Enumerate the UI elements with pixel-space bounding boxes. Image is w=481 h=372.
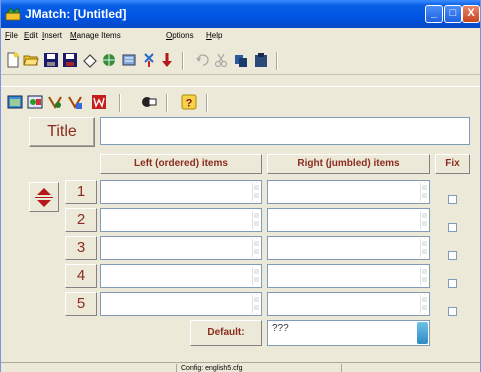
field-scroll-icon[interactable]	[420, 211, 428, 229]
fix-checkbox[interactable]	[448, 251, 457, 260]
copy-icon[interactable]	[233, 52, 249, 68]
export-drag-drop-icon[interactable]	[27, 94, 43, 110]
row-number-button[interactable]: 3	[65, 236, 97, 260]
title-button[interactable]: Title	[29, 117, 95, 147]
menu-insert[interactable]: Insert	[42, 31, 62, 40]
right-items-header: Right (jumbled) items	[267, 154, 430, 174]
fix-checkbox[interactable]	[448, 279, 457, 288]
row-number-button[interactable]: 5	[65, 292, 97, 316]
toolbar-separator	[119, 94, 121, 112]
left-item-field[interactable]	[100, 180, 262, 204]
eraser-icon[interactable]	[82, 52, 98, 68]
main-toolbar	[1, 45, 480, 75]
field-scroll-icon[interactable]	[420, 267, 428, 285]
field-scroll-icon[interactable]	[252, 295, 260, 313]
row-number-button[interactable]: 4	[65, 264, 97, 288]
export-java-icon[interactable]	[67, 94, 83, 110]
toolbar-separator	[166, 94, 168, 112]
field-scroll-icon[interactable]	[252, 239, 260, 257]
export-toolbar: ?	[1, 86, 480, 116]
default-scroll-icon[interactable]	[417, 322, 428, 344]
menu-edit[interactable]: Edit	[24, 31, 38, 40]
field-scroll-icon[interactable]	[420, 295, 428, 313]
fix-header: Fix	[435, 154, 470, 174]
title-field[interactable]	[100, 117, 470, 145]
window-title: JMatch: [Untitled]	[25, 7, 127, 21]
jmatch-app-icon	[5, 7, 21, 21]
field-scroll-icon[interactable]	[252, 183, 260, 201]
export-word-icon[interactable]	[91, 94, 107, 110]
arrow-down-icon[interactable]	[37, 200, 51, 207]
right-item-field[interactable]	[267, 292, 430, 316]
config-status: Config: english5.cfg	[176, 364, 341, 372]
toolbar-separator	[276, 52, 278, 70]
default-field[interactable]: ???	[267, 320, 430, 346]
left-item-field[interactable]	[100, 208, 262, 232]
field-scroll-icon[interactable]	[420, 183, 428, 201]
move-row-button[interactable]	[29, 182, 59, 212]
right-item-field[interactable]	[267, 180, 430, 204]
row-number-button[interactable]: 2	[65, 208, 97, 232]
left-items-header: Left (ordered) items	[100, 154, 262, 174]
menu-manage-items[interactable]: Manage Items	[70, 31, 121, 40]
default-label: Default:	[190, 320, 262, 346]
fix-checkbox[interactable]	[448, 195, 457, 204]
toolbar-separator	[182, 52, 184, 70]
maximize-button[interactable]: □	[444, 5, 462, 23]
minimize-button[interactable]: _	[425, 5, 443, 23]
svg-text:?: ?	[186, 98, 193, 110]
undo-icon[interactable]	[194, 52, 210, 68]
move-down-icon[interactable]	[159, 52, 175, 68]
arrow-up-icon[interactable]	[37, 188, 51, 195]
fix-checkbox[interactable]	[448, 307, 457, 316]
new-file-icon[interactable]	[5, 52, 21, 68]
menu-options[interactable]: Options	[166, 31, 194, 40]
right-item-field[interactable]	[267, 264, 430, 288]
export-web-icon[interactable]	[7, 94, 23, 110]
left-item-field[interactable]	[100, 236, 262, 260]
cut-icon[interactable]	[213, 52, 229, 68]
help-icon[interactable]: ?	[181, 94, 197, 110]
row-number-button[interactable]: 1	[65, 180, 97, 204]
jmatch-window: JMatch: [Untitled] _ □ X File Edit Inser…	[0, 0, 481, 372]
field-scroll-icon[interactable]	[252, 267, 260, 285]
close-button[interactable]: X	[462, 5, 480, 23]
status-panel-empty	[341, 364, 480, 372]
save-as-icon[interactable]	[62, 52, 78, 68]
menu-bar: File Edit Insert Manage Items Options He…	[1, 28, 480, 45]
right-item-field[interactable]	[267, 236, 430, 260]
menu-file[interactable]: File	[5, 31, 18, 40]
export-html-icon[interactable]	[47, 94, 63, 110]
arrow-divider	[35, 197, 53, 198]
fix-checkbox[interactable]	[448, 223, 457, 232]
right-item-field[interactable]	[267, 208, 430, 232]
open-folder-icon[interactable]	[23, 52, 39, 68]
field-scroll-icon[interactable]	[420, 239, 428, 257]
status-bar: Config: english5.cfg	[1, 362, 480, 372]
export-icon[interactable]	[121, 52, 137, 68]
left-item-field[interactable]	[100, 292, 262, 316]
left-item-field[interactable]	[100, 264, 262, 288]
title-bar[interactable]: JMatch: [Untitled] _ □ X	[1, 0, 480, 28]
field-scroll-icon[interactable]	[252, 211, 260, 229]
add-icon[interactable]	[141, 52, 157, 68]
paste-icon[interactable]	[253, 52, 269, 68]
save-icon[interactable]	[43, 52, 59, 68]
toolbar-separator	[206, 94, 208, 112]
web-page-icon[interactable]	[101, 52, 117, 68]
menu-help[interactable]: Help	[206, 31, 222, 40]
config-icon[interactable]	[141, 94, 157, 110]
